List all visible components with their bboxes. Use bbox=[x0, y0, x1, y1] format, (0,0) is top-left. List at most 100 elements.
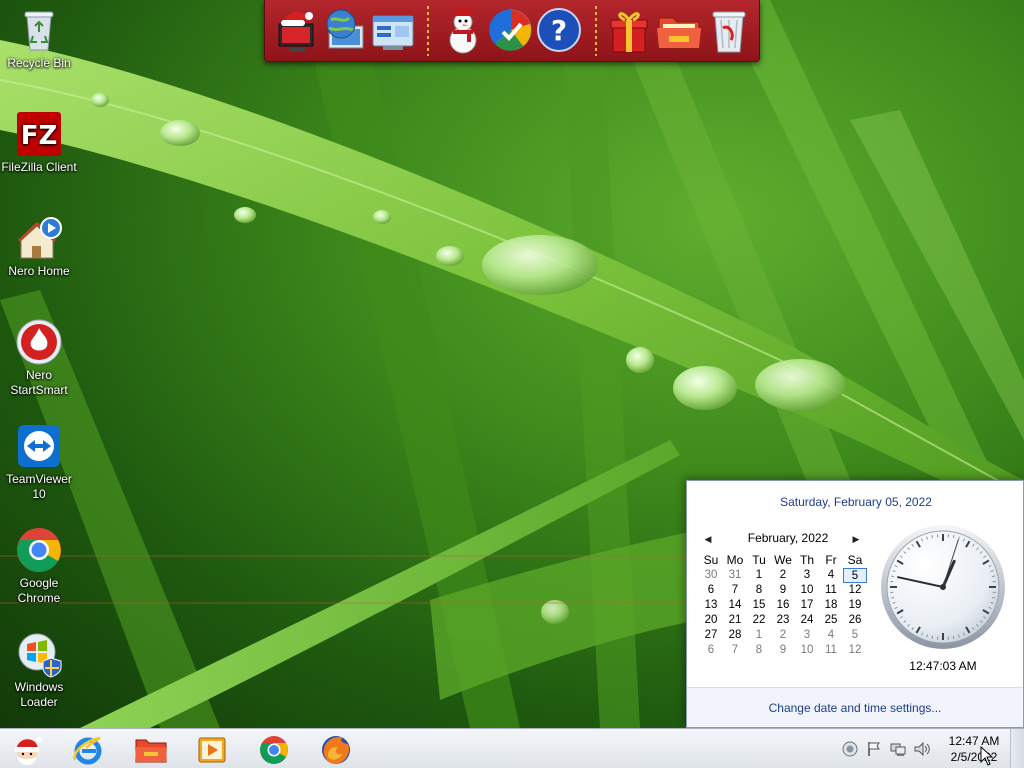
calendar-day[interactable]: 11 bbox=[819, 643, 843, 658]
calendar-day[interactable]: 3 bbox=[795, 628, 819, 643]
desktop-icon-nero-startsmart[interactable]: Nero StartSmart bbox=[0, 318, 78, 398]
calendar-day[interactable]: 23 bbox=[771, 613, 795, 628]
taskbar: 12:47 AM 2/5/2022 bbox=[0, 728, 1024, 768]
calendar-day[interactable]: 13 bbox=[699, 598, 723, 613]
volume-icon[interactable] bbox=[914, 741, 930, 757]
taskbar-firefox[interactable] bbox=[310, 731, 362, 767]
calendar-day[interactable]: 24 bbox=[795, 613, 819, 628]
dock-item-color-wheel[interactable] bbox=[487, 6, 535, 56]
desktop-icon-windows-loader[interactable]: Windows Loader bbox=[0, 630, 78, 710]
nero-home-icon bbox=[17, 217, 62, 259]
notification-area bbox=[836, 729, 942, 768]
desktop-icon-label: Windows Loader bbox=[14, 680, 64, 709]
windows-loader-icon bbox=[18, 633, 62, 678]
calendar-day[interactable]: 25 bbox=[819, 613, 843, 628]
clock-tick bbox=[891, 596, 895, 599]
calendar-day[interactable]: 4 bbox=[819, 628, 843, 643]
clock-tick bbox=[952, 535, 955, 539]
dock-item-internet[interactable] bbox=[321, 6, 369, 56]
taskbar-folder[interactable] bbox=[124, 731, 176, 767]
calendar-day[interactable]: 7 bbox=[723, 643, 747, 658]
calendar-day-today[interactable]: 5 bbox=[843, 568, 867, 583]
taskbar-chrome[interactable] bbox=[248, 731, 300, 767]
taskbar-clock[interactable]: 12:47 AM 2/5/2022 bbox=[942, 733, 1006, 765]
filezilla-icon: FZ bbox=[17, 112, 61, 156]
svg-text:FZ: FZ bbox=[21, 121, 58, 151]
weekday-header: Th bbox=[799, 553, 814, 567]
calendar-day[interactable]: 9 bbox=[771, 643, 795, 658]
calendar-day[interactable]: 22 bbox=[747, 613, 771, 628]
folder-taskbar-icon bbox=[135, 739, 167, 763]
calendar-day[interactable]: 1 bbox=[747, 628, 771, 643]
calendar-day[interactable]: 30 bbox=[699, 568, 723, 583]
nero-startsmart-icon bbox=[16, 319, 62, 365]
color-wheel-icon bbox=[489, 9, 532, 51]
weekday-header: Tu bbox=[752, 553, 766, 567]
calendar-day[interactable]: 10 bbox=[795, 643, 819, 658]
folder-icon bbox=[657, 17, 701, 49]
dock-item-christmas-computer[interactable] bbox=[273, 6, 321, 56]
calendar-day[interactable]: 28 bbox=[723, 628, 747, 643]
calendar-day[interactable]: 9 bbox=[771, 583, 795, 598]
desktop-icon-nero-home[interactable]: Nero Home bbox=[0, 214, 78, 279]
calendar-day[interactable]: 21 bbox=[723, 613, 747, 628]
calendar-day[interactable]: 19 bbox=[843, 598, 867, 613]
taskbar-media-player[interactable] bbox=[186, 731, 238, 767]
media-player-icon bbox=[198, 737, 226, 763]
calendar-day[interactable]: 11 bbox=[819, 583, 843, 598]
calendar-day[interactable]: 6 bbox=[699, 583, 723, 598]
previous-month-button[interactable]: ◀ bbox=[701, 531, 715, 547]
desktop-icon-filezilla[interactable]: FZ FileZilla Client bbox=[0, 110, 78, 175]
network-status-icon[interactable] bbox=[842, 741, 858, 757]
calendar-day[interactable]: 17 bbox=[795, 598, 819, 613]
calendar-day[interactable]: 8 bbox=[747, 643, 771, 658]
next-month-button[interactable]: ▶ bbox=[849, 531, 863, 547]
calendar-day[interactable]: 4 bbox=[819, 568, 843, 583]
dock-item-control-panel[interactable] bbox=[369, 6, 417, 56]
calendar-day[interactable]: 10 bbox=[795, 583, 819, 598]
calendar-day[interactable]: 14 bbox=[723, 598, 747, 613]
desktop-icon-label: FileZilla Client bbox=[1, 160, 77, 174]
change-date-time-settings-link[interactable]: Change date and time settings... bbox=[769, 701, 942, 715]
analog-clock bbox=[881, 525, 1005, 649]
calendar-day[interactable]: 7 bbox=[723, 583, 747, 598]
calendar-day[interactable]: 15 bbox=[747, 598, 771, 613]
full-date-header[interactable]: Saturday, February 05, 2022 bbox=[687, 495, 1024, 509]
taskbar-internet-explorer[interactable] bbox=[62, 731, 114, 767]
calendar-day[interactable]: 16 bbox=[771, 598, 795, 613]
dock-item-help[interactable]: ? bbox=[535, 6, 583, 56]
dock-item-folder[interactable] bbox=[655, 6, 703, 56]
calendar-day[interactable]: 31 bbox=[723, 568, 747, 583]
calendar-day[interactable]: 27 bbox=[699, 628, 723, 643]
show-desktop-button[interactable] bbox=[1010, 729, 1024, 768]
internet-explorer-icon bbox=[73, 736, 102, 765]
calendar-day[interactable]: 18 bbox=[819, 598, 843, 613]
dock-item-trash[interactable] bbox=[705, 6, 753, 56]
calendar-day[interactable]: 8 bbox=[747, 583, 771, 598]
calendar-day[interactable]: 26 bbox=[843, 613, 867, 628]
calendar-day[interactable]: 12 bbox=[843, 643, 867, 658]
dock-item-snowman[interactable] bbox=[439, 6, 487, 56]
calendar-day[interactable]: 12 bbox=[843, 583, 867, 598]
network-icon[interactable] bbox=[890, 741, 906, 757]
weekday-header: Fr bbox=[825, 553, 837, 567]
month-year-label[interactable]: February, 2022 bbox=[748, 531, 829, 545]
calendar-day[interactable]: 20 bbox=[699, 613, 723, 628]
weekday-header: Mo bbox=[726, 553, 744, 567]
desktop-icon-teamviewer[interactable]: TeamViewer 10 bbox=[0, 422, 78, 502]
control-panel-icon bbox=[372, 15, 414, 50]
clock-tick bbox=[931, 535, 934, 539]
dock-item-gift[interactable] bbox=[605, 6, 653, 56]
calendar-day[interactable]: 1 bbox=[747, 568, 771, 583]
start-button[interactable] bbox=[0, 731, 52, 767]
desktop-icon-recycle-bin[interactable]: Recycle Bin bbox=[0, 6, 78, 71]
calendar-day[interactable]: 6 bbox=[699, 643, 723, 658]
calendar-day[interactable]: 2 bbox=[771, 568, 795, 583]
calendar-day[interactable]: 5 bbox=[843, 628, 867, 643]
action-center-flag-icon[interactable] bbox=[866, 741, 882, 757]
clock-digital-time: 12:47:03 AM bbox=[909, 659, 977, 673]
calendar-day[interactable]: 3 bbox=[795, 568, 819, 583]
firefox-icon bbox=[322, 736, 350, 764]
desktop-icon-chrome[interactable]: Google Chrome bbox=[0, 526, 78, 606]
calendar-day[interactable]: 2 bbox=[771, 628, 795, 643]
